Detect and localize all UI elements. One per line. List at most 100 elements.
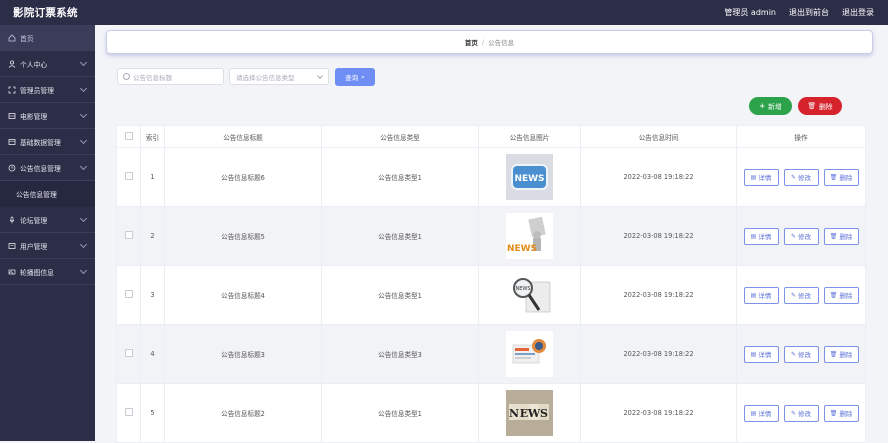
row-index: 1 [140,147,165,207]
table-row: 5 公告信息标题2 公告信息类型1 N E W S 2022-03-08 19:18:22 ▤ 详… [116,383,866,443]
row-select[interactable] [116,383,141,443]
delete-label: 删除 [839,292,853,300]
users-icon [8,242,16,250]
detail-label: 详情 [758,351,772,359]
query-button[interactable]: 查询 ⌕ [335,68,375,86]
sidebar-item-notice[interactable]: 公告信息管理 [0,155,95,181]
checkbox[interactable] [124,231,133,239]
sidebar-item-movies[interactable]: 电影管理 [0,103,95,129]
header-type: 公告信息类型 [321,125,479,148]
row-index: 3 [140,265,165,325]
breadcrumb-current: 公告信息 [488,39,515,47]
row-image-cell: NEWS [478,265,581,325]
batch-delete-button[interactable]: 🗑 删除 [798,97,842,115]
plus-icon: + [759,102,766,110]
news-figure-image[interactable]: NEWS [506,213,553,259]
sidebar-item-label: 公告信息管理 [20,164,61,173]
search-icon: ⌕ [361,72,365,81]
logout-link[interactable]: 退出登录 [842,7,874,18]
row-title: 公告信息标题5 [164,206,322,266]
detail-icon: ▤ [750,350,757,358]
trash-icon: 🗑 [829,232,838,240]
chevron-down-icon [317,73,323,79]
delete-label: 删除 [839,174,853,182]
sidebar-item-forum[interactable]: 论坛管理 [0,207,95,233]
delete-button[interactable]: 🗑 删除 [823,227,859,245]
sidebar-item-users[interactable]: 用户管理 [0,233,95,259]
app-title: 影院订票系统 [13,7,78,19]
detail-button[interactable]: ▤ 详情 [743,168,779,186]
sidebar-item-label: 电影管理 [20,112,48,121]
edit-button[interactable]: ✎ 修改 [783,345,819,363]
sidebar-item-label: 管理员管理 [20,86,54,95]
detail-icon: ▤ [750,291,757,299]
search-input[interactable]: 公告信息标题 [117,68,224,85]
edit-button[interactable]: ✎ 修改 [783,227,819,245]
sidebar-item-home[interactable]: 首页 [0,25,95,51]
detail-label: 详情 [758,233,772,241]
checkbox[interactable] [124,349,133,357]
scrollbar[interactable] [881,25,888,441]
row-select[interactable] [116,324,141,384]
breadcrumb-home[interactable]: 首页 [465,37,478,47]
delete-button[interactable]: 🗑 删除 [823,168,859,186]
image-icon [8,268,16,276]
row-image-cell: NEWS [478,147,581,207]
edit-label: 修改 [798,351,812,359]
checkbox[interactable] [124,290,133,298]
detail-button[interactable]: ▤ 详情 [743,345,779,363]
row-select[interactable] [116,265,141,325]
delete-button[interactable]: 🗑 删除 [823,404,859,422]
checkbox[interactable] [124,408,133,416]
delete-label: 删除 [839,351,853,359]
row-select[interactable] [116,206,141,266]
back-to-front-link[interactable]: 退出到前台 [789,7,829,18]
mic-icon [8,216,16,224]
news-magnifier-image[interactable]: NEWS [506,272,553,318]
delete-button[interactable]: 🗑 删除 [823,286,859,304]
query-label: 查询 [345,74,359,82]
row-index: 5 [140,383,165,443]
header-title: 公告信息标题 [164,125,322,148]
header-image: 公告信息图片 [478,125,581,148]
row-index: 2 [140,206,165,266]
sidebar-item-label: 论坛管理 [20,216,48,225]
detail-button[interactable]: ▤ 详情 [743,286,779,304]
sidebar-item-profile[interactable]: 个人中心 [0,51,95,77]
row-index: 4 [140,324,165,384]
sidebar-item-label: 个人中心 [20,60,48,69]
checkbox[interactable] [124,172,133,180]
edit-button[interactable]: ✎ 修改 [783,286,819,304]
sidebar-subitem-notice-manage[interactable]: 公告信息管理 [0,181,95,207]
sidebar-item-basedata[interactable]: 基础数据管理 [0,129,95,155]
row-time: 2022-03-08 19:18:22 [580,324,737,384]
delete-label: 删除 [819,103,833,111]
row-ops: ▤ 详情 ✎ 修改 🗑 删除 [736,206,866,266]
checkbox[interactable] [124,131,133,140]
delete-button[interactable]: 🗑 删除 [823,345,859,363]
type-select[interactable]: 请选择公告信息类型 [229,68,329,85]
row-select[interactable] [116,147,141,207]
add-button[interactable]: + 新增 [749,97,792,115]
edit-button[interactable]: ✎ 修改 [783,168,819,186]
news-letters-image[interactable]: NEWS [506,390,553,436]
row-ops: ▤ 详情 ✎ 修改 🗑 删除 [736,147,866,207]
sidebar-item-admin[interactable]: 管理员管理 [0,77,95,103]
edit-label: 修改 [798,174,812,182]
table-row: 3 公告信息标题4 公告信息类型1 NEWS 2022-03-08 19:18:22 ▤ 详… [116,265,866,325]
news-button-image[interactable]: NEWS [506,154,553,200]
header-select-all[interactable] [116,125,141,148]
header-ops: 操作 [736,125,866,148]
news-papers-image[interactable] [506,331,553,377]
chevron-down-icon [79,58,88,67]
sidebar-item-carousel[interactable]: 轮播图信息 [0,259,95,285]
edit-button[interactable]: ✎ 修改 [783,404,819,422]
grid-icon [8,138,16,146]
edit-icon: ✎ [790,350,797,358]
row-type: 公告信息类型1 [321,265,479,325]
svg-text:N: N [509,407,519,420]
detail-button[interactable]: ▤ 详情 [743,404,779,422]
row-title: 公告信息标题6 [164,147,322,207]
detail-button[interactable]: ▤ 详情 [743,227,779,245]
main-content: 首页 / 公告信息 公告信息标题 请选择公告信息类型 查询 ⌕ + 新增 🗑 删… [95,25,888,443]
